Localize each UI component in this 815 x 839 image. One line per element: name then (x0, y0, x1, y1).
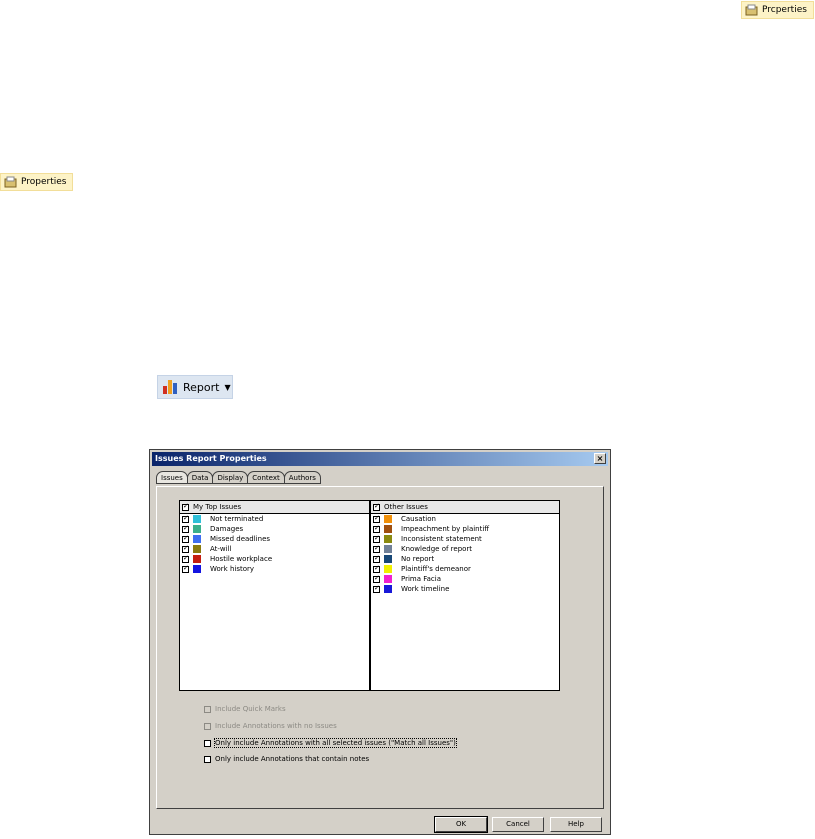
list-item[interactable]: No report (371, 554, 559, 564)
list-header-label: Other Issues (384, 503, 428, 511)
issue-label: Not terminated (210, 515, 264, 523)
issue-label: Missed deadlines (210, 535, 271, 543)
list-item[interactable]: Not terminated (180, 514, 369, 524)
issue-checkbox[interactable] (373, 514, 380, 523)
issue-label: At-will (210, 545, 232, 553)
issue-color-swatch (193, 535, 201, 543)
properties-icon (4, 176, 18, 188)
issue-color-swatch (193, 525, 201, 533)
other-issues-list[interactable]: Other Issues Causation Impeachment by pl… (370, 500, 560, 691)
list-header: Other Issues (371, 501, 559, 514)
list-item[interactable]: Impeachment by plaintiff (371, 524, 559, 534)
list-header-label: My Top Issues (193, 503, 242, 511)
issue-label: Work timeline (401, 585, 450, 593)
list-item[interactable]: Damages (180, 524, 369, 534)
list-item[interactable]: Missed deadlines (180, 534, 369, 544)
issue-checkbox[interactable] (373, 534, 380, 543)
issue-label: Plaintiff's demeanor (401, 565, 471, 573)
option-checkbox[interactable] (204, 755, 211, 763)
issue-label: Causation (401, 515, 436, 523)
issue-color-swatch (384, 515, 392, 523)
issue-checkbox[interactable] (182, 564, 189, 573)
issue-label: Impeachment by plaintiff (401, 525, 490, 533)
issue-checkbox[interactable] (373, 524, 380, 533)
dialog-titlebar: Issues Report Properties × (152, 452, 608, 466)
issue-color-swatch (193, 565, 201, 573)
option-checkbox[interactable] (204, 739, 211, 747)
tab-strip: Issues Data Display Context Authors (156, 471, 321, 486)
issue-label: Prima Facia (401, 575, 442, 583)
chevron-down-icon[interactable]: ▼ (224, 383, 230, 392)
issue-label: Hostile workplace (210, 555, 273, 563)
issue-checkbox[interactable] (373, 574, 380, 583)
include-quick-marks-option: Include Quick Marks (204, 705, 286, 713)
issue-checkbox[interactable] (182, 514, 189, 523)
list-item[interactable]: Work timeline (371, 584, 559, 594)
option-checkbox (204, 722, 211, 730)
report-label: Report (183, 380, 220, 394)
report-button[interactable]: Report ▼ (157, 375, 233, 399)
select-all-checkbox[interactable] (182, 502, 189, 511)
issue-color-swatch (384, 575, 392, 583)
list-item[interactable]: Prima Facia (371, 574, 559, 584)
help-button[interactable]: Help (550, 817, 602, 832)
close-button[interactable]: × (594, 453, 606, 464)
issue-label: No report (401, 555, 435, 563)
list-item[interactable]: Knowledge of report (371, 544, 559, 554)
tab-issues[interactable]: Issues (156, 471, 188, 484)
match-all-issues-option[interactable]: Only include Annotations with all select… (204, 738, 457, 748)
issue-checkbox[interactable] (182, 534, 189, 543)
list-item[interactable]: Plaintiff's demeanor (371, 564, 559, 574)
option-label: Include Annotations with no Issues (215, 722, 337, 730)
list-item[interactable]: Causation (371, 514, 559, 524)
issue-color-swatch (384, 565, 392, 573)
include-no-issues-option: Include Annotations with no Issues (204, 722, 337, 730)
issue-label: Work history (210, 565, 255, 573)
tab-authors[interactable]: Authors (283, 471, 321, 484)
my-top-issues-list[interactable]: My Top Issues Not terminated Damages Mis… (179, 500, 370, 691)
issue-label: Inconsistent statement (401, 535, 482, 543)
bar-chart-icon (162, 378, 180, 396)
properties-label: Properties (21, 177, 67, 187)
issue-color-swatch (384, 535, 392, 543)
list-header: My Top Issues (180, 501, 369, 514)
option-label: Only include Annotations with all select… (214, 738, 457, 748)
issue-color-swatch (193, 545, 201, 553)
properties-button-top[interactable]: Prcperties (741, 1, 814, 19)
issue-color-swatch (384, 585, 392, 593)
issue-label: Knowledge of report (401, 545, 473, 553)
issue-checkbox[interactable] (182, 544, 189, 553)
issue-color-swatch (193, 515, 201, 523)
option-checkbox (204, 705, 211, 713)
option-label: Only include Annotations that contain no… (215, 755, 370, 763)
issues-report-properties-dialog: Issues Report Properties × Issues Data D… (149, 449, 611, 835)
properties-icon (745, 4, 759, 16)
tab-data[interactable]: Data (186, 471, 214, 484)
issue-label: Damages (210, 525, 244, 533)
issue-checkbox[interactable] (373, 544, 380, 553)
dialog-title: Issues Report Properties (155, 454, 267, 463)
ok-button[interactable]: OK (434, 816, 488, 833)
contain-notes-option[interactable]: Only include Annotations that contain no… (204, 755, 369, 763)
cancel-button[interactable]: Cancel (492, 817, 544, 832)
list-item[interactable]: Hostile workplace (180, 554, 369, 564)
option-label: Include Quick Marks (215, 705, 286, 713)
tab-display[interactable]: Display (212, 471, 249, 484)
list-item[interactable]: Work history (180, 564, 369, 574)
issue-color-swatch (384, 555, 392, 563)
issue-color-swatch (193, 555, 201, 563)
properties-button-left[interactable]: Properties (0, 173, 73, 191)
tab-context[interactable]: Context (247, 471, 285, 484)
select-all-checkbox[interactable] (373, 502, 380, 511)
issue-color-swatch (384, 545, 392, 553)
issue-checkbox[interactable] (182, 554, 189, 563)
issue-checkbox[interactable] (182, 524, 189, 533)
issue-color-swatch (384, 525, 392, 533)
list-item[interactable]: Inconsistent statement (371, 534, 559, 544)
issue-checkbox[interactable] (373, 564, 380, 573)
properties-label: Prcperties (762, 5, 807, 15)
list-item[interactable]: At-will (180, 544, 369, 554)
issue-checkbox[interactable] (373, 584, 380, 593)
issue-checkbox[interactable] (373, 554, 380, 563)
